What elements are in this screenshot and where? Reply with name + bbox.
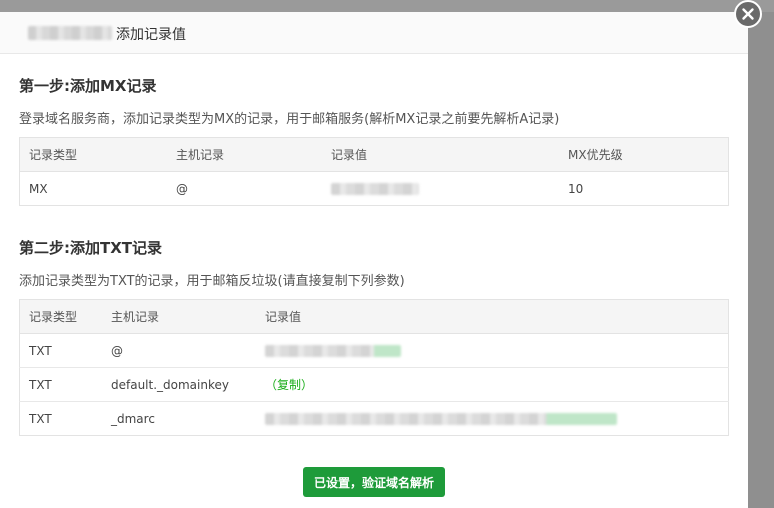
redacted-record-value [331, 183, 419, 195]
redacted-domain-name [28, 26, 112, 40]
add-record-dialog: 添加记录值 第一步:添加MX记录 登录域名服务商，添加记录类型为MX的记录，用于… [0, 12, 748, 508]
step2-title: 第二步:添加TXT记录 [19, 239, 163, 257]
record-type-cell: MX [29, 181, 48, 196]
record-value-cell[interactable] [322, 172, 559, 206]
close-button[interactable] [734, 0, 762, 28]
table-row: TXT _dmarc [20, 402, 729, 436]
record-value-cell[interactable] [256, 333, 729, 368]
col-record-type: 记录类型 [19, 137, 167, 172]
record-value-cell[interactable] [256, 402, 729, 436]
close-icon [742, 8, 754, 20]
table-row: TXT default._domainkey （复制） [19, 367, 729, 402]
record-type-cell: TXT [19, 333, 102, 368]
step1-description: 登录域名服务商，添加记录类型为MX的记录，用于邮箱服务(解析MX记录之前要先解析… [19, 112, 560, 127]
step1-title: 第一步:添加MX记录 [19, 77, 157, 95]
col-record-type: 记录类型 [19, 299, 102, 334]
page-backdrop [0, 0, 774, 12]
table-row: MX @ 10 [20, 172, 729, 206]
col-record-value: 记录值 [322, 137, 559, 172]
host-record-cell: @ [176, 181, 188, 196]
redacted-record-value [265, 345, 401, 357]
col-mx-priority: MX优先级 [559, 137, 729, 172]
col-host-record: 主机记录 [167, 137, 322, 172]
table-header-row: 记录类型 主机记录 记录值 [19, 299, 729, 334]
mx-priority-cell: 10 [568, 181, 584, 196]
redacted-record-value [265, 413, 617, 425]
table-row: TXT @ [19, 333, 729, 368]
table-header-row: 记录类型 主机记录 记录值 MX优先级 [19, 137, 729, 172]
record-type-cell: TXT [19, 367, 102, 402]
mx-record-table: 记录类型 主机记录 记录值 MX优先级 MX @ 10 [19, 137, 729, 206]
copy-link[interactable]: （复制） [265, 378, 313, 392]
col-record-value: 记录值 [256, 299, 729, 334]
host-record-cell: @ [102, 333, 256, 368]
host-record-cell: _dmarc [111, 411, 155, 426]
record-value-cell: （复制） [256, 367, 729, 402]
record-type-cell: TXT [29, 411, 52, 426]
col-host-record: 主机记录 [102, 299, 256, 334]
step2-description: 添加记录类型为TXT的记录，用于邮箱反垃圾(请直接复制下列参数) [19, 274, 405, 289]
txt-record-table: 记录类型 主机记录 记录值 TXT @ TXT default._domaink… [19, 299, 729, 436]
host-record-cell: default._domainkey [102, 367, 256, 402]
verify-dns-button[interactable]: 已设置，验证域名解析 [303, 467, 445, 497]
dialog-title: 添加记录值 [116, 27, 186, 43]
dialog-header: 添加记录值 [0, 12, 748, 54]
